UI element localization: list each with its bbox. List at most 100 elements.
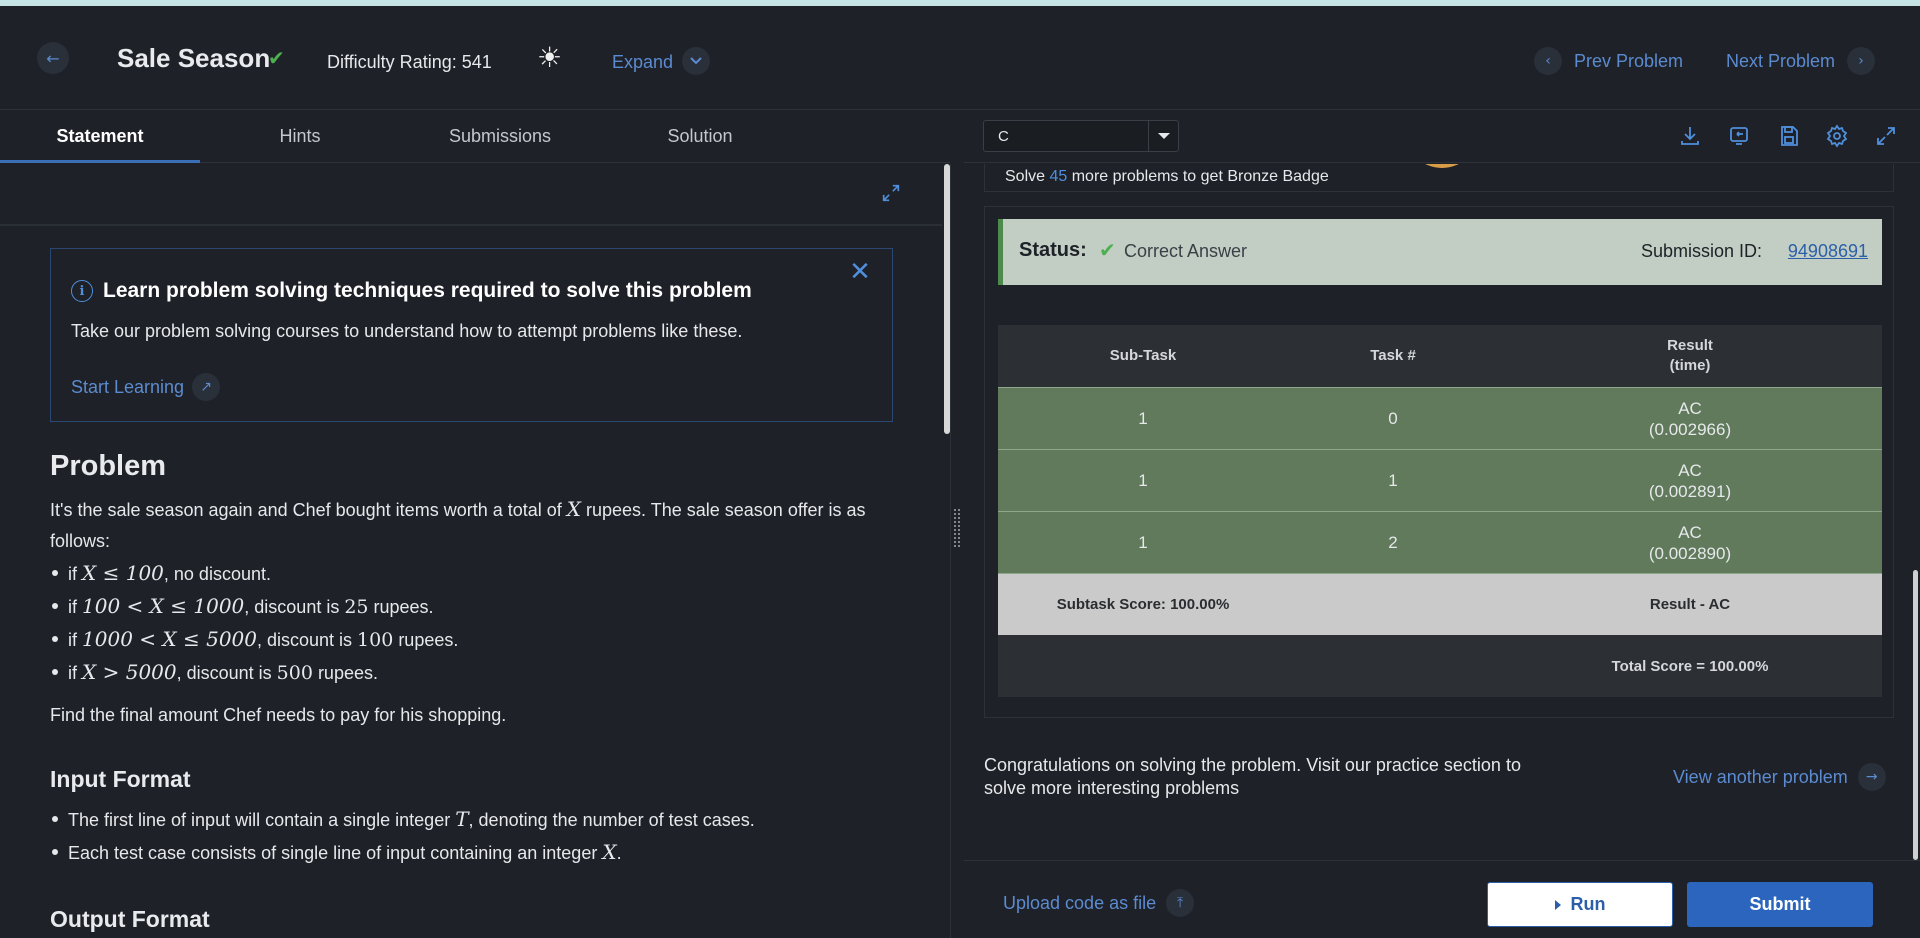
rule-number: 500 (276, 662, 313, 684)
rule-math: X > 5000 (82, 660, 177, 684)
next-problem-button[interactable]: Next Problem › (1726, 47, 1876, 75)
chevron-down-icon[interactable] (682, 47, 710, 75)
download-icon[interactable] (1678, 124, 1704, 150)
tab-hints[interactable]: Hints (200, 111, 400, 163)
tab-submissions[interactable]: Submissions (400, 111, 600, 163)
rule-number: 25 (344, 596, 369, 618)
input-text-tail: . (616, 843, 622, 863)
tab-solution[interactable]: Solution (600, 111, 800, 163)
rule-math: 100 < X ≤ 1000 (82, 594, 245, 618)
view-another-label: View another problem (1673, 766, 1848, 787)
reset-icon[interactable] (1727, 124, 1753, 150)
discount-rules: if X ≤ 100, no discount. if 100 < X ≤ 10… (50, 557, 458, 689)
badge-count: 45 (1049, 168, 1068, 185)
run-button[interactable]: Run (1487, 882, 1673, 927)
arrow-left-icon: ← (46, 48, 60, 68)
result-verdict: AC (1678, 460, 1702, 480)
expand-button[interactable]: Expand (612, 52, 673, 73)
cell-task: 0 (1388, 409, 1398, 428)
chevron-right-icon: › (1847, 47, 1876, 75)
submission-result-card: Status: ✔ Correct Answer Submission ID: … (984, 206, 1894, 718)
status-label: Status: (1019, 239, 1087, 261)
cell-task: 2 (1388, 533, 1398, 552)
rule-tail: rupees. (393, 630, 459, 650)
problem-title: Sale Season (117, 43, 271, 73)
cell-result: AC (0.002890) (1498, 512, 1882, 573)
list-item: The first line of input will contain a s… (50, 803, 755, 836)
chevron-left-icon: ‹ (1534, 47, 1562, 75)
external-arrow-icon: ↗ (192, 373, 221, 401)
back-button[interactable]: ← (37, 42, 69, 74)
info-icon: i (71, 280, 93, 302)
input-format-list: The first line of input will contain a s… (50, 803, 755, 869)
start-learning-link[interactable]: Start Learning ↗ (71, 373, 221, 401)
language-select[interactable]: C (983, 120, 1179, 152)
upload-icon: ⤒ (1166, 889, 1195, 917)
difficulty-rating: Difficulty Rating: 541 (327, 52, 492, 72)
start-learning-label: Start Learning (71, 376, 185, 397)
check-icon: ✔ (1099, 238, 1116, 262)
check-icon: ✔ (268, 46, 285, 70)
save-icon[interactable] (1777, 124, 1803, 150)
badge-progress-card: Solve 45 more problems to get Bronze Bad… (984, 164, 1894, 192)
resize-grip-icon[interactable] (953, 508, 961, 548)
rule-text: , no discount. (163, 564, 271, 584)
learn-banner-title: i Learn problem solving techniques requi… (71, 279, 752, 303)
problem-statement-pane: i Learn problem solving techniques requi… (0, 164, 942, 938)
editor-toolbar: C (964, 111, 1920, 163)
rule-text: , discount is (244, 597, 345, 617)
result-time: (0.002891) (1648, 481, 1732, 501)
rule-tail: rupees. (312, 663, 378, 683)
list-item: if 100 < X ≤ 1000, discount is 25 rupees… (50, 590, 458, 623)
result-verdict: AC (1678, 398, 1702, 418)
table-row: 1 1 AC (0.002891) (998, 449, 1882, 511)
sun-icon[interactable]: ☀ (537, 44, 562, 72)
submission-id-link[interactable]: 94908691 (1788, 241, 1868, 262)
rule-prefix: if (68, 597, 83, 617)
table-header: Sub-Task Task # Result (time) (998, 325, 1882, 387)
problem-intro: It's the sale season again and Chef boug… (50, 494, 895, 557)
problem-heading: Problem (50, 450, 167, 482)
problem-tabs: Statement Hints Submissions Solution (0, 111, 950, 163)
fullscreen-icon[interactable] (1874, 124, 1900, 150)
run-label: Run (1570, 894, 1606, 914)
tab-statement[interactable]: Statement (0, 111, 200, 163)
rule-text: , discount is (176, 663, 277, 683)
expand-icon[interactable] (880, 182, 904, 206)
header-task: Task # (1370, 347, 1416, 364)
result-time: (0.002966) (1648, 419, 1732, 439)
list-item: if 1000 < X ≤ 5000, discount is 100 rupe… (50, 623, 458, 656)
bronze-badge-icon (1405, 164, 1479, 168)
learn-banner-title-text: Learn problem solving techniques require… (103, 279, 752, 302)
pane-divider[interactable] (950, 164, 964, 938)
upload-label: Upload code as file (1003, 892, 1157, 913)
rule-tail: rupees. (368, 597, 434, 617)
close-icon[interactable]: ✕ (846, 259, 874, 287)
input-text: Each test case consists of single line o… (68, 843, 603, 863)
subtask-results-table: Sub-Task Task # Result (time) 1 0 AC (0.… (998, 325, 1882, 697)
output-format-heading: Output Format (50, 906, 210, 932)
rule-math: 1000 < X ≤ 5000 (82, 627, 257, 651)
language-value: C (998, 128, 1009, 145)
rule-text: , discount is (257, 630, 358, 650)
prev-problem-label: Prev Problem (1574, 50, 1684, 71)
prev-problem-button[interactable]: ‹ Prev Problem (1534, 47, 1683, 75)
input-text-tail: , denoting the number of test cases. (468, 810, 755, 830)
view-another-problem-link[interactable]: View another problem → (1673, 763, 1886, 791)
header-subtask: Sub-Task (1109, 347, 1177, 364)
intro-math-x: X (566, 497, 582, 521)
upload-code-button[interactable]: Upload code as file ⤒ (1003, 889, 1195, 917)
rule-number: 100 (357, 629, 394, 651)
cell-task: 1 (1388, 471, 1398, 490)
submission-id-label: Submission ID: (1640, 241, 1762, 261)
result-scrollbar[interactable] (1913, 570, 1918, 860)
statement-toolbar (0, 164, 942, 226)
submit-button[interactable]: Submit (1687, 882, 1873, 927)
result-time: (0.002890) (1648, 543, 1732, 563)
rule-math: X ≤ 100 (82, 561, 164, 585)
settings-icon[interactable] (1825, 124, 1851, 150)
list-item: if X ≤ 100, no discount. (50, 557, 458, 590)
total-score-row: Total Score = 100.00% (998, 635, 1882, 697)
badge-text-post: more problems to get Bronze Badge (1067, 168, 1329, 185)
arrow-right-icon: → (1857, 763, 1886, 791)
